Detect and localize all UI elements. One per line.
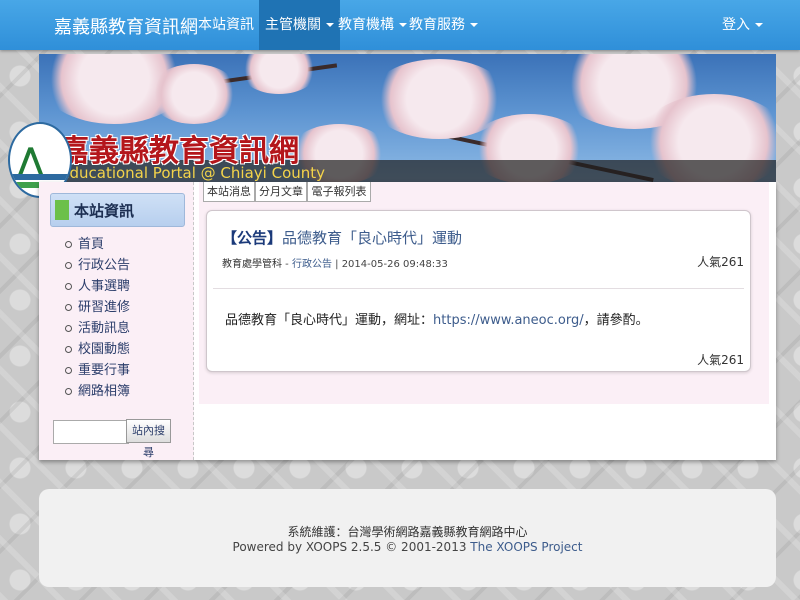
header-banner: 嘉義縣教育資訊網 Educational Portal @ Chiayi Cou…: [39, 54, 776, 182]
nav-item-services[interactable]: 教育服務: [403, 0, 484, 50]
meta-separator: -: [282, 259, 292, 270]
post-meta: 教育處學管科 - 行政公告 | 2014-05-26 09:48:33: [222, 255, 448, 270]
sidebar-item-events[interactable]: 活動訊息: [63, 318, 130, 339]
sidebar-header-label: 本站資訊: [74, 202, 135, 220]
sidebar-header: 本站資訊: [50, 193, 185, 227]
post-body: 品德教育「良心時代」運動，網址：https://www.aneoc.org/，請…: [225, 309, 649, 328]
xoops-project-link[interactable]: The XOOPS Project: [470, 540, 582, 554]
divider: [213, 288, 744, 289]
footer: 系統維護：台灣學術網路嘉義縣教育網路中心 Powered by XOOPS 2.…: [39, 489, 776, 587]
sidebar-item-campus-news[interactable]: 校園動態: [63, 339, 130, 360]
post-body-prefix: 品德教育「良心時代」運動，網址：: [225, 313, 434, 328]
caret-down-icon: [470, 23, 478, 27]
login-label: 登入: [722, 17, 750, 33]
popularity-count: 人氣261: [697, 255, 744, 269]
tab-site-news[interactable]: 本站消息: [203, 182, 255, 202]
nav-item-authority[interactable]: 主管機關: [259, 0, 340, 50]
sidebar: 本站資訊 首頁 行政公告 人事選聘 研習進修 活動訊息 校園動態 重要行事 網路…: [39, 182, 194, 460]
post-body-suffix: ，請參酌。: [583, 313, 649, 328]
banner-subtitle: Educational Portal @ Chiayi County: [60, 164, 326, 182]
post-datetime: | 2014-05-26 09:48:33: [331, 259, 448, 270]
blossom-decoration: [239, 54, 319, 94]
caret-down-icon: [755, 23, 763, 27]
post-title-text: 品德教育「良心時代」運動: [282, 229, 463, 247]
footer-maintainer: 系統維護：台灣學術網路嘉義縣教育網路中心: [287, 525, 528, 539]
nav-item-label: 本站資訊: [198, 17, 254, 33]
powered-by-text: Powered by XOOPS 2.5.5 © 2001-2013: [232, 540, 471, 554]
post-body-link[interactable]: https://www.aneoc.org/: [433, 313, 584, 328]
search-input[interactable]: [53, 420, 129, 444]
sidebar-item-photo-album[interactable]: 網路相簿: [63, 381, 130, 402]
sidebar-item-home[interactable]: 首頁: [63, 234, 130, 255]
nav-item-label: 教育服務: [409, 17, 465, 33]
sidebar-item-calendar[interactable]: 重要行事: [63, 360, 130, 381]
sidebar-menu: 首頁 行政公告 人事選聘 研習進修 活動訊息 校園動態 重要行事 網路相簿: [63, 234, 130, 402]
content-area: 本站消息 分月文章 電子報列表 【公告】品德教育「良心時代」運動 教育處學管科 …: [199, 182, 769, 404]
tab-monthly-articles[interactable]: 分月文章: [255, 182, 307, 202]
site-brand[interactable]: 嘉義縣教育資訊網: [54, 13, 198, 39]
nav-item-label: 主管機關: [265, 17, 321, 33]
search-button[interactable]: 站內搜尋: [126, 419, 171, 459]
blossom-decoration: [149, 64, 239, 124]
block-marker-icon: [55, 200, 69, 220]
top-navbar: 嘉義縣教育資訊網 本站資訊 主管機關 教育機構 教育服務 登入: [0, 0, 800, 50]
nav-item-label: 教育機構: [338, 17, 394, 33]
footer-powered-by: Powered by XOOPS 2.5.5 © 2001-2013 The X…: [39, 540, 776, 554]
post-title[interactable]: 【公告】品德教育「良心時代」運動: [222, 227, 462, 248]
popularity-count-bottom: 人氣261: [697, 353, 744, 367]
post-author: 教育處學管科: [222, 259, 282, 270]
post-category-link[interactable]: 行政公告: [292, 259, 332, 270]
post-tag: 【公告】: [222, 229, 283, 247]
main-container: 本站資訊 首頁 行政公告 人事選聘 研習進修 活動訊息 校園動態 重要行事 網路…: [39, 182, 776, 460]
sidebar-item-training[interactable]: 研習進修: [63, 297, 130, 318]
post-card: 【公告】品德教育「良心時代」運動 教育處學管科 - 行政公告 | 2014-05…: [206, 210, 751, 372]
nav-item-institutions[interactable]: 教育機構: [332, 0, 413, 50]
sidebar-item-announcements[interactable]: 行政公告: [63, 255, 130, 276]
sidebar-item-recruitment[interactable]: 人事選聘: [63, 276, 130, 297]
tab-newsletter-list[interactable]: 電子報列表: [307, 182, 371, 202]
login-menu[interactable]: 登入: [716, 0, 769, 50]
